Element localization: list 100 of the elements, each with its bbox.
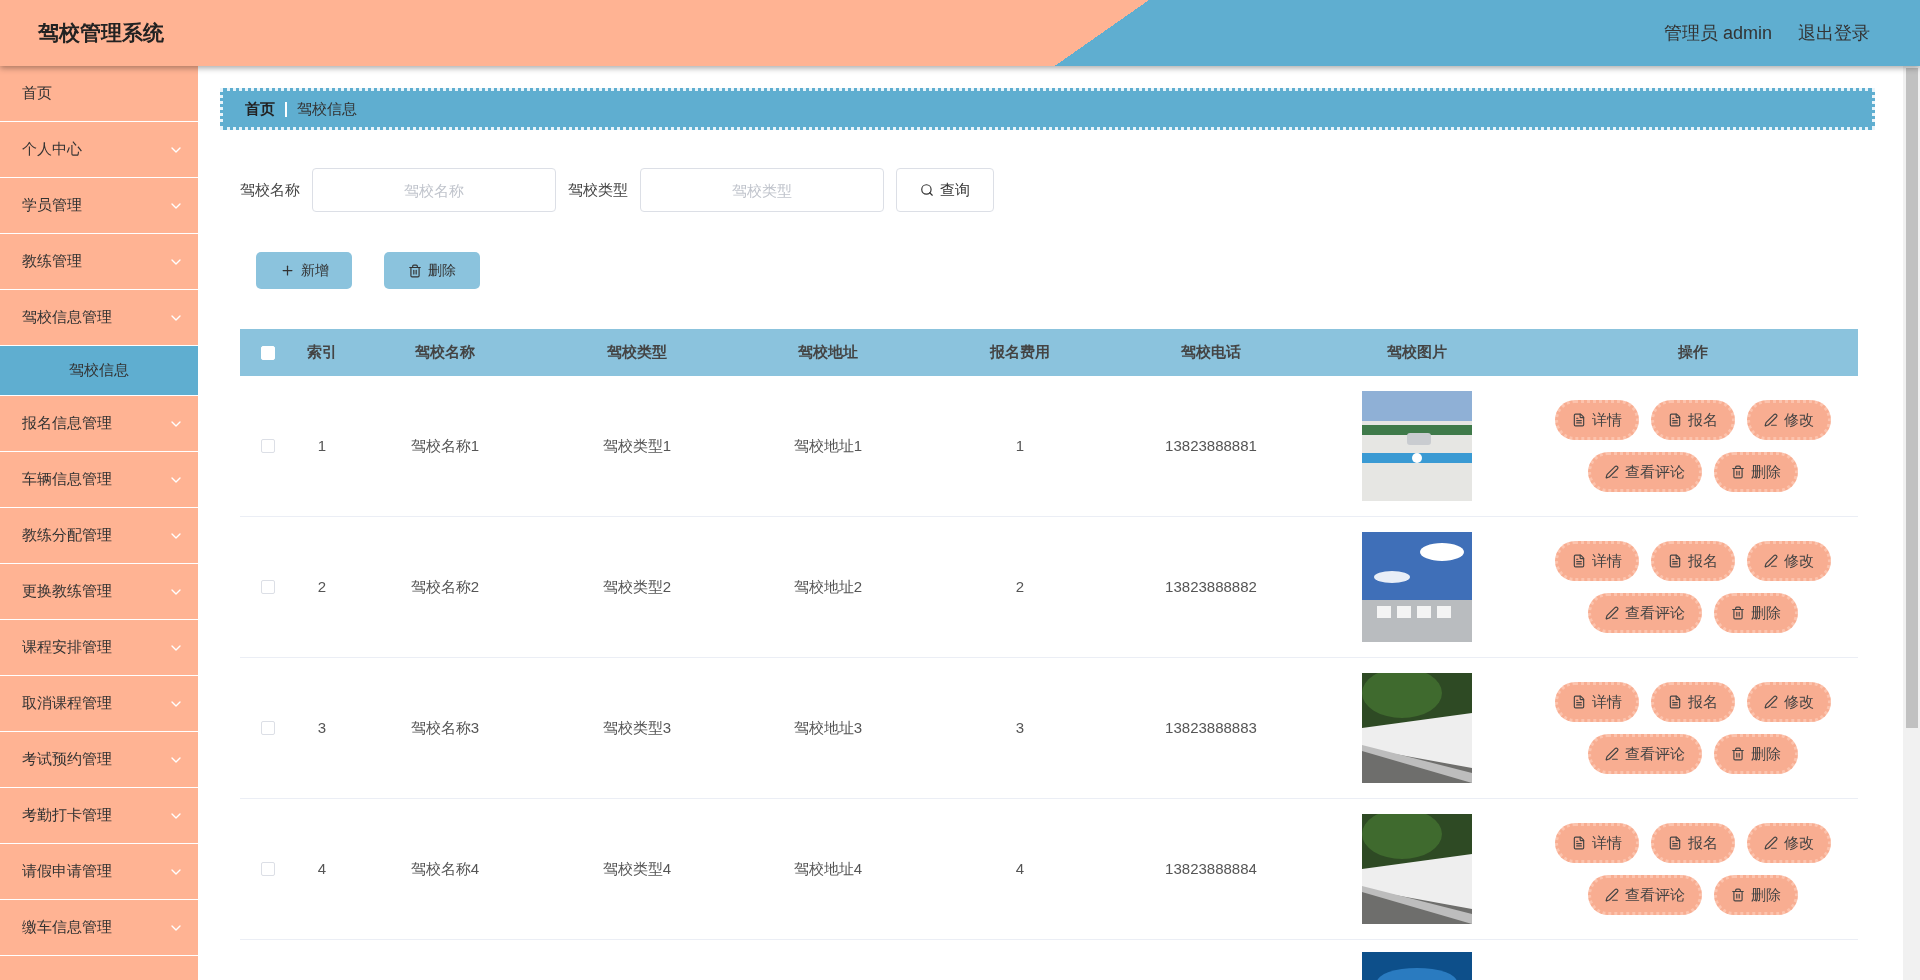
sidebar-item[interactable]: 报名信息管理 bbox=[0, 396, 198, 452]
column-header: 驾校地址 bbox=[798, 342, 858, 363]
document-icon bbox=[1572, 554, 1586, 568]
column-header: 驾校图片 bbox=[1387, 342, 1447, 363]
action-button[interactable]: 删除 bbox=[1714, 734, 1798, 774]
table-cell-text: 驾校类型3 bbox=[602, 717, 672, 738]
table-cell-text: 驾校名称3 bbox=[410, 717, 480, 738]
table-cell-text: 3 bbox=[1015, 717, 1025, 738]
column-header: 操作 bbox=[1678, 342, 1708, 363]
action-button[interactable]: 报名 bbox=[1651, 400, 1735, 440]
checkbox[interactable] bbox=[261, 439, 275, 453]
column-header: 驾校名称 bbox=[415, 342, 475, 363]
breadcrumb-link[interactable]: 驾校信息 bbox=[297, 97, 357, 121]
action-button[interactable]: 报名 bbox=[1651, 682, 1735, 722]
pen-icon bbox=[1764, 836, 1778, 850]
pen-icon bbox=[1605, 606, 1619, 620]
table-cell-text: 驾校地址2 bbox=[793, 576, 863, 597]
field-label: 驾校名称 bbox=[240, 179, 300, 200]
table-cell-text: 13823888881 bbox=[1165, 435, 1257, 456]
breadcrumb-link[interactable]: 首页 bbox=[245, 97, 275, 121]
sidebar-item[interactable]: 课程安排管理 bbox=[0, 620, 198, 676]
table-cell-text: 驾校类型2 bbox=[602, 576, 672, 597]
action-button[interactable]: 查看评论 bbox=[1588, 734, 1702, 774]
action-button[interactable]: 删除 bbox=[1714, 593, 1798, 633]
action-button[interactable]: 删除 bbox=[1714, 875, 1798, 915]
column-header: 驾校电话 bbox=[1181, 342, 1241, 363]
table-cell-text: 1 bbox=[1015, 435, 1025, 456]
trash-icon bbox=[408, 263, 422, 278]
table-cell-text: 驾校类型4 bbox=[602, 858, 672, 879]
pen-icon bbox=[1764, 695, 1778, 709]
pen-icon bbox=[1605, 465, 1619, 479]
pen-icon bbox=[1764, 413, 1778, 427]
sidebar-item[interactable]: 教练管理 bbox=[0, 234, 198, 290]
column-header: 驾校类型 bbox=[607, 342, 667, 363]
search-button[interactable]: 查询 bbox=[896, 168, 994, 212]
table-cell-text: 13823888882 bbox=[1165, 576, 1257, 597]
sidebar-item[interactable]: 首页 bbox=[0, 66, 198, 122]
action-button[interactable]: 查看评论 bbox=[1588, 593, 1702, 633]
table-cell-text: 13823888884 bbox=[1165, 858, 1257, 879]
sidebar-item[interactable]: 教练分配管理 bbox=[0, 508, 198, 564]
sidebar-item[interactable]: 考试预约管理 bbox=[0, 732, 198, 788]
pen-icon bbox=[1764, 554, 1778, 568]
trash-icon bbox=[1731, 606, 1745, 620]
table-cell-text: 驾校地址3 bbox=[793, 717, 863, 738]
checkbox[interactable] bbox=[261, 580, 275, 594]
table-cell-text: 13823888883 bbox=[1165, 717, 1257, 738]
action-button[interactable]: 报名 bbox=[1651, 823, 1735, 863]
action-button[interactable]: 修改 bbox=[1747, 823, 1831, 863]
column-header: 索引 bbox=[307, 342, 337, 363]
action-button[interactable]: 修改 bbox=[1747, 682, 1831, 722]
sidebar-item[interactable]: 请假申请管理 bbox=[0, 844, 198, 900]
sidebar-item[interactable]: 考勤打卡管理 bbox=[0, 788, 198, 844]
column-header: 报名费用 bbox=[990, 342, 1050, 363]
table-cell-text: 驾校类型1 bbox=[602, 435, 672, 456]
action-button[interactable]: 查看评论 bbox=[1588, 875, 1702, 915]
search-field[interactable]: 驾校类型 bbox=[640, 168, 884, 212]
search-field[interactable]: 驾校名称 bbox=[312, 168, 556, 212]
action-button[interactable]: 删除 bbox=[1714, 452, 1798, 492]
document-icon bbox=[1572, 695, 1586, 709]
table-cell-text: 1 bbox=[317, 435, 327, 456]
document-icon bbox=[1572, 413, 1586, 427]
checkbox[interactable] bbox=[261, 862, 275, 876]
action-button[interactable]: 修改 bbox=[1747, 541, 1831, 581]
delete-button[interactable]: 删除 bbox=[384, 252, 480, 289]
pen-icon bbox=[1605, 888, 1619, 902]
user-label: 管理员 admin bbox=[1663, 21, 1772, 45]
document-icon bbox=[1668, 554, 1682, 568]
sidebar-item[interactable]: 取消课程管理 bbox=[0, 676, 198, 732]
table-cell-text: 驾校地址4 bbox=[793, 858, 863, 879]
action-button[interactable]: 修改 bbox=[1747, 400, 1831, 440]
action-button[interactable]: 详情 bbox=[1555, 823, 1639, 863]
action-button[interactable]: 查看评论 bbox=[1588, 452, 1702, 492]
add-button[interactable]: 新增 bbox=[256, 252, 352, 289]
document-icon bbox=[1668, 695, 1682, 709]
table-cell-text: 4 bbox=[317, 858, 327, 879]
app-title: 驾校管理系统 bbox=[38, 20, 164, 47]
trash-icon bbox=[1731, 747, 1745, 761]
action-button[interactable]: 详情 bbox=[1555, 541, 1639, 581]
table-cell-text: 驾校名称2 bbox=[410, 576, 480, 597]
sidebar-item[interactable]: 缴车信息管理 bbox=[0, 900, 198, 956]
checkbox[interactable] bbox=[261, 721, 275, 735]
sidebar-item[interactable]: 车辆信息管理 bbox=[0, 452, 198, 508]
table-cell-text: 驾校地址1 bbox=[793, 435, 863, 456]
action-button[interactable]: 详情 bbox=[1555, 682, 1639, 722]
sidebar-item[interactable]: 个人中心 bbox=[0, 122, 198, 178]
action-button[interactable]: 报名 bbox=[1651, 541, 1735, 581]
sidebar-subitem[interactable]: 驾校信息 bbox=[0, 346, 198, 396]
action-button[interactable]: 详情 bbox=[1555, 400, 1639, 440]
table-cell-text: 3 bbox=[317, 717, 327, 738]
trash-icon bbox=[1731, 465, 1745, 479]
field-label: 驾校类型 bbox=[568, 179, 628, 200]
sidebar-item[interactable]: 学员管理 bbox=[0, 178, 198, 234]
sidebar-item[interactable]: 更换教练管理 bbox=[0, 564, 198, 620]
table-cell-text: 2 bbox=[317, 576, 327, 597]
table-cell-text: 4 bbox=[1015, 858, 1025, 879]
document-icon bbox=[1668, 836, 1682, 850]
plus-icon bbox=[279, 263, 295, 278]
logout-link[interactable]: 退出登录 bbox=[1798, 19, 1870, 47]
pen-icon bbox=[1605, 747, 1619, 761]
document-icon bbox=[1572, 836, 1586, 850]
